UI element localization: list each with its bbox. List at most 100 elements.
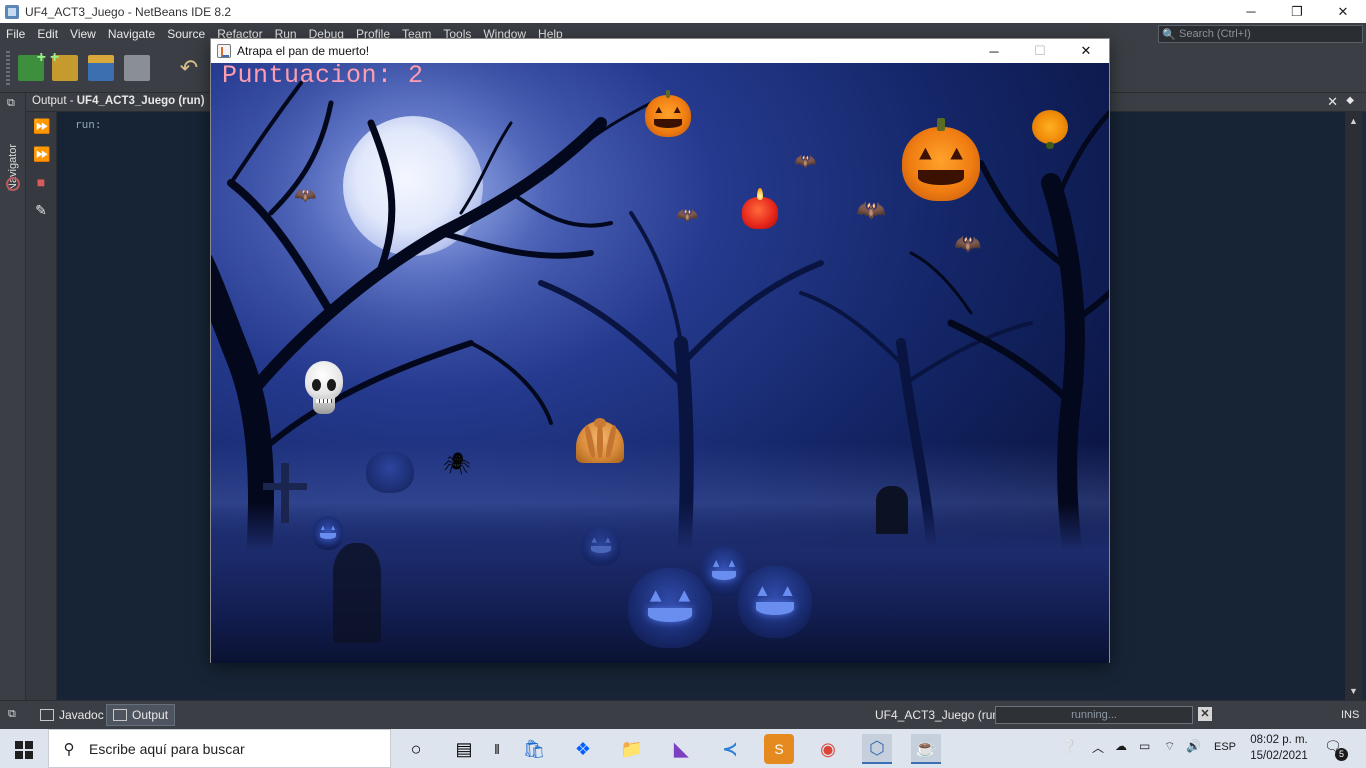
new-project-icon[interactable] — [18, 49, 46, 81]
chrome-icon[interactable]: ◉ — [813, 734, 843, 764]
tab-javadoc[interactable]: Javadoc — [34, 704, 110, 726]
game-close-button[interactable]: ✕ — [1063, 39, 1109, 63]
score-value: 2 — [408, 63, 424, 90]
bat: 🦇 — [294, 185, 317, 205]
close-button[interactable]: ✕ — [1320, 0, 1366, 23]
javadoc-icon — [40, 709, 54, 721]
game-window-controls: ─ ☐ ✕ — [971, 39, 1109, 63]
falling-pumpkin — [902, 118, 980, 201]
falling-marigold — [1032, 110, 1068, 150]
store-icon[interactable]: 🛍 — [519, 734, 549, 764]
menu-navigate[interactable]: Navigate — [102, 27, 161, 41]
task-view-icon[interactable]: ▤ — [449, 734, 479, 764]
notifications-icon[interactable]: 🗨 5 — [1324, 738, 1348, 761]
menu-edit[interactable]: Edit — [31, 27, 64, 41]
scroll-down-icon[interactable]: ▼ — [1349, 686, 1358, 696]
tab-javadoc-label: Javadoc — [59, 708, 104, 722]
game-window: Atrapa el pan de muerto! ─ ☐ ✕ 🦇 🦇 🦇 🦇 🦇… — [210, 38, 1110, 663]
menu-view[interactable]: View — [64, 27, 102, 41]
clock[interactable]: 08:02 p. m. 15/02/2021 — [1246, 732, 1312, 764]
clock-date: 15/02/2021 — [1250, 750, 1308, 762]
taskbar-search-input[interactable]: ⚲ Escribe aquí para buscar — [48, 729, 391, 768]
windows-logo-icon — [15, 751, 23, 759]
grave-cross — [263, 483, 307, 490]
search-icon: ⚲ — [63, 740, 75, 758]
battery-icon[interactable]: ▭ — [1139, 739, 1150, 753]
scroll-up-icon[interactable]: ▲ — [1349, 116, 1358, 126]
menu-file[interactable]: File — [0, 27, 31, 41]
java-app-icon[interactable]: ☕ — [911, 734, 941, 764]
windows-logo-icon — [25, 751, 33, 759]
panel-menu-icon[interactable]: ◆ — [1346, 95, 1354, 106]
taskbar-divider-icon: ‖ — [494, 741, 500, 757]
search-icon: 🔍 — [1162, 28, 1176, 41]
dark-pumpkin — [738, 566, 812, 638]
onedrive-icon[interactable]: ☁ — [1115, 739, 1127, 753]
navigator-icon[interactable] — [6, 177, 20, 191]
ide-window-title: UF4_ACT3_Juego - NetBeans IDE 8.2 — [25, 4, 232, 19]
score-display: Puntuacion: 2 — [222, 63, 424, 90]
undo-icon[interactable]: ↶ — [176, 55, 202, 81]
new-file-icon[interactable] — [50, 49, 78, 81]
windows-taskbar: ⚲ Escribe aquí para buscar ○ ▤ ‖ 🛍 ❖ 📁 ◣… — [0, 729, 1366, 768]
score-label: Puntuacion: — [222, 63, 409, 90]
notification-count: 5 — [1335, 748, 1348, 761]
wifi-icon[interactable]: ⌔ — [1164, 739, 1175, 754]
dark-pumpkin — [628, 568, 712, 648]
menu-source[interactable]: Source — [161, 27, 211, 41]
toolbar-grip[interactable] — [6, 51, 10, 87]
ide-bottom-bar: ⧉ Javadoc Output UF4_ACT3_Juego (run) ru… — [0, 700, 1366, 729]
output-scrollbar[interactable]: ▲ ▼ — [1345, 112, 1362, 700]
java-icon — [217, 44, 231, 58]
start-button[interactable] — [0, 729, 48, 768]
game-title-bar[interactable]: Atrapa el pan de muerto! ─ ☐ ✕ — [211, 39, 1109, 63]
file-explorer-icon[interactable]: 📁 — [617, 734, 647, 764]
game-canvas[interactable]: 🦇 🦇 🦇 🦇 🦇 🕷 Puntuacion: 2 — [211, 63, 1109, 663]
close-icon[interactable]: ✕ — [1327, 94, 1338, 110]
minimize-button[interactable]: ─ — [1228, 0, 1274, 23]
language-indicator[interactable]: ESP — [1214, 741, 1236, 753]
game-window-title: Atrapa el pan de muerto! — [237, 44, 370, 58]
game-maximize-button: ☐ — [1034, 43, 1046, 58]
ide-window-controls: ─ ❐ ✕ — [1228, 0, 1366, 23]
cortana-icon[interactable]: ○ — [401, 734, 431, 764]
tab-output[interactable]: Output — [106, 704, 176, 726]
search-placeholder: Search (Ctrl+I) — [1179, 28, 1251, 40]
game-minimize-button[interactable]: ─ — [971, 39, 1017, 63]
falling-skull — [305, 361, 343, 415]
insert-mode-indicator: INS — [1341, 709, 1360, 721]
bat: 🦇 — [676, 205, 699, 225]
visual-studio-icon[interactable]: ◣ — [666, 734, 696, 764]
windows-logo-icon — [15, 741, 23, 749]
output-tab[interactable]: Output - UF4_ACT3_Juego (run) — [32, 95, 205, 107]
restore-window-icon[interactable]: ⧉ — [8, 708, 16, 721]
tombstone — [876, 486, 908, 534]
ide-search-input[interactable]: 🔍 Search (Ctrl+I) — [1158, 25, 1363, 43]
show-hidden-icons-icon[interactable]: ︿ — [1092, 739, 1104, 756]
bat: 🦇 — [794, 151, 817, 171]
falling-candle — [742, 188, 778, 229]
dark-pumpkin — [313, 516, 343, 550]
bat: 🦇 — [856, 197, 886, 224]
falling-pumpkin — [645, 89, 691, 137]
settings-icon[interactable]: ✎ — [33, 202, 49, 218]
maximize-button[interactable]: ❐ — [1274, 0, 1320, 23]
output-tab-prefix: Output - — [32, 95, 77, 107]
output-tab-project: UF4_ACT3_Juego (run) — [76, 95, 205, 107]
grave-cross — [281, 463, 289, 523]
volume-icon[interactable]: 🔊 — [1186, 739, 1201, 753]
stop-icon[interactable]: ■ — [33, 174, 49, 190]
tombstone — [333, 543, 381, 643]
cancel-process-icon[interactable]: ✕ — [1198, 707, 1212, 721]
help-tray-icon[interactable]: ❔ — [1062, 739, 1077, 753]
rerun-with-params-icon[interactable]: ⏩ — [33, 146, 50, 162]
restore-window-icon[interactable]: ⧉ — [7, 97, 15, 110]
close-project-icon[interactable] — [124, 55, 150, 81]
rerun-icon[interactable]: ⏩ — [33, 118, 50, 134]
netbeans-icon[interactable]: ⬡ — [862, 734, 892, 764]
sublime-text-icon[interactable]: S — [764, 734, 794, 764]
open-project-icon[interactable] — [88, 55, 114, 81]
windows-logo-icon — [25, 741, 33, 749]
vscode-icon[interactable]: ≺ — [715, 734, 745, 764]
dropbox-icon[interactable]: ❖ — [568, 734, 598, 764]
